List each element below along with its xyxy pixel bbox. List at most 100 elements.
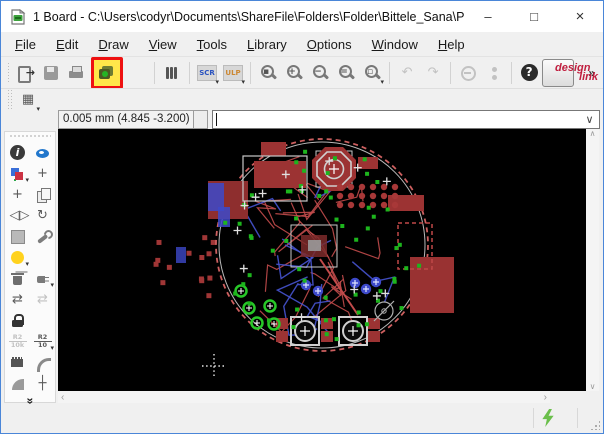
zoom-select-button[interactable]: ▫▾ — [359, 60, 385, 86]
value-button[interactable]: R210▾ — [30, 331, 55, 352]
minimize-button[interactable]: – — [465, 1, 511, 32]
add-part-button[interactable]: ▾ — [30, 268, 55, 289]
copy-icon — [35, 187, 51, 203]
paint-button[interactable]: ▾ — [5, 247, 30, 268]
dots-icon — [486, 65, 502, 81]
menu-tools[interactable]: Tools — [187, 34, 237, 55]
menu-draw[interactable]: Draw — [88, 34, 138, 55]
resize-grip[interactable] — [590, 420, 600, 430]
zoom-fit-button[interactable]: ▪ — [255, 60, 281, 86]
grid-button[interactable]: ▦▾ — [15, 87, 41, 113]
vertical-scrollbar[interactable]: ∧ ∨ — [586, 129, 599, 391]
layers-icon — [10, 166, 26, 182]
window-title: 1 Board - C:\Users\codyr\Documents\Share… — [33, 10, 465, 24]
tool-palette: i▾++◁▷↻▾▾⇄⇄R210kR210▾┼ » — [4, 131, 56, 403]
menu-library[interactable]: Library — [237, 34, 297, 55]
app-window: 1 Board - C:\Users\codyr\Documents\Share… — [0, 0, 604, 434]
scroll-left-icon[interactable]: ‹ — [61, 392, 64, 403]
dropdown-caret-icon: ▾ — [381, 80, 385, 86]
replace-icon: R210k — [9, 334, 27, 350]
design-link-button[interactable]: design link — [542, 59, 574, 87]
go-button[interactable] — [481, 60, 507, 86]
dropdown-caret-icon: ▾ — [36, 107, 40, 113]
route-button[interactable] — [30, 352, 55, 373]
save-button[interactable] — [38, 60, 64, 86]
palette-empty-cell — [30, 310, 55, 331]
undo-button[interactable]: ↶ — [394, 60, 420, 86]
group-button[interactable] — [5, 226, 30, 247]
palette-drag-handle[interactable] — [9, 134, 51, 140]
mark-button[interactable]: + — [30, 163, 55, 184]
gateswap-icon: ⇄ — [35, 292, 51, 308]
zoom-in-icon: + — [286, 64, 303, 81]
zoom-select-icon: ▫ — [364, 64, 381, 81]
ripup-button[interactable] — [5, 373, 30, 394]
lightning-icon — [539, 409, 557, 427]
menu-view[interactable]: View — [139, 34, 187, 55]
stop-button[interactable] — [455, 60, 481, 86]
command-input[interactable]: ∨ — [212, 110, 600, 129]
status-bar — [1, 404, 603, 433]
measure-icon: ┼ — [35, 376, 51, 392]
library-manager-button[interactable] — [159, 60, 185, 86]
close-button[interactable]: × — [557, 1, 603, 32]
grid-toolbar: ▦▾ — [1, 88, 603, 110]
command-bar: 0.005 mm (4.845 -3.200) ∨ — [58, 110, 600, 129]
measure-button[interactable]: ┼ — [30, 373, 55, 394]
menu-help[interactable]: Help — [428, 34, 475, 55]
lock-button[interactable] — [5, 310, 30, 331]
move-icon: + — [10, 187, 26, 203]
grid-toolbar-drag-handle[interactable] — [7, 89, 12, 111]
replace-button[interactable]: R210k — [5, 331, 30, 352]
command-dropdown-icon[interactable]: ∨ — [582, 111, 597, 128]
rotate-button[interactable]: ↻ — [30, 205, 55, 226]
toolbar-separator — [154, 62, 155, 84]
info-button[interactable]: i — [5, 142, 30, 163]
ratsnest-button[interactable] — [5, 352, 30, 373]
move-button[interactable]: + — [5, 184, 30, 205]
zoom-out-button[interactable]: − — [307, 60, 333, 86]
mirror-button[interactable]: ◁▷ — [5, 205, 30, 226]
group-icon — [11, 230, 25, 244]
show-button[interactable] — [30, 142, 55, 163]
help-button[interactable]: ? — [516, 60, 542, 86]
coordinate-readout: 0.005 mm (4.845 -3.200) — [58, 110, 194, 129]
run-script-button[interactable]: SCR▾ — [194, 60, 220, 86]
print-icon — [69, 65, 85, 81]
toolbar-drag-handle[interactable] — [7, 62, 9, 84]
change-button[interactable] — [30, 226, 55, 247]
menu-bar: FileEditDrawViewToolsLibraryOptionsWindo… — [1, 32, 603, 56]
delete-button[interactable] — [5, 268, 30, 289]
info-icon: i — [10, 145, 25, 160]
menu-window[interactable]: Window — [362, 34, 428, 55]
coordinate-mode-button[interactable] — [194, 110, 208, 129]
title-bar[interactable]: 1 Board - C:\Users\codyr\Documents\Share… — [1, 1, 603, 32]
gateswap-button[interactable]: ⇄ — [30, 289, 55, 310]
grid-icon: ▦ — [20, 92, 36, 108]
pcb-canvas[interactable] — [58, 129, 586, 391]
zoom-redraw-button[interactable]: = — [333, 60, 359, 86]
horizontal-scrollbar[interactable]: ‹ › — [58, 391, 550, 403]
save-icon — [43, 65, 59, 81]
scr-icon: SCR — [197, 65, 217, 81]
status-separator — [577, 408, 578, 428]
print-button[interactable] — [64, 60, 90, 86]
run-ulp-button[interactable]: ULP▾ — [220, 60, 246, 86]
cam-processor-button[interactable] — [124, 60, 150, 86]
stop-icon — [460, 65, 476, 81]
zoom-in-button[interactable]: + — [281, 60, 307, 86]
scroll-right-icon[interactable]: › — [544, 392, 547, 403]
copy-button[interactable] — [30, 184, 55, 205]
maximize-button[interactable]: □ — [511, 1, 557, 32]
scroll-up-icon[interactable]: ∧ — [590, 129, 596, 138]
open-board-button[interactable] — [12, 60, 38, 86]
pinswap-button[interactable]: ⇄ — [5, 289, 30, 310]
scroll-down-icon[interactable]: ∨ — [590, 382, 596, 391]
display-layers-button[interactable]: ▾ — [5, 163, 30, 184]
switch-to-board-button[interactable] — [94, 60, 120, 86]
redo-button[interactable]: ↷ — [420, 60, 446, 86]
menu-options[interactable]: Options — [297, 34, 362, 55]
menu-edit[interactable]: Edit — [46, 34, 88, 55]
menu-file[interactable]: File — [5, 34, 46, 55]
undo-icon: ↶ — [399, 65, 415, 81]
